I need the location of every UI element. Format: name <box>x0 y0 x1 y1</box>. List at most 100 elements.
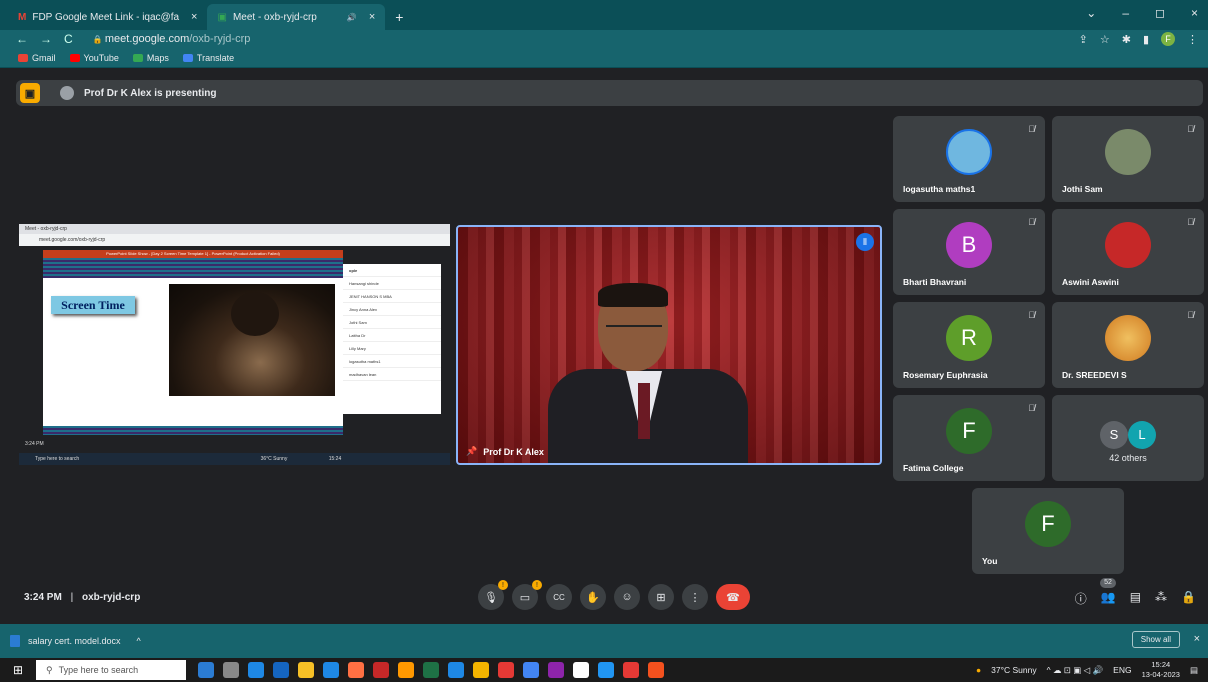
bookmark-youtube[interactable]: YouTube <box>69 53 119 63</box>
participant-tile[interactable]: 🎙̸ F Fatima College <box>893 395 1045 481</box>
tab-fdp[interactable]: M FDP Google Meet Link - iqac@fa × <box>8 4 207 30</box>
reactions-button[interactable]: ☺ <box>614 584 640 610</box>
panel-row: Jothi Sam <box>343 316 441 329</box>
bookmark-translate[interactable]: Translate <box>182 53 234 63</box>
taskbar-app-icon[interactable] <box>348 662 364 678</box>
taskbar-app-icon[interactable] <box>423 662 439 678</box>
host-controls-icon[interactable]: 🔒 <box>1181 590 1196 607</box>
new-tab-button[interactable]: + <box>385 4 413 30</box>
close-window-icon[interactable]: × <box>1191 6 1198 20</box>
back-icon[interactable]: ← <box>16 32 28 46</box>
participant-tile[interactable]: 🎙̸ Jothi Sam <box>1052 116 1204 202</box>
child-tablet-image <box>169 284 335 396</box>
profile-avatar[interactable]: F <box>1161 32 1175 46</box>
meeting-code: oxb-ryjd-crp <box>81 592 141 603</box>
taskbar-app-icon[interactable] <box>248 662 264 678</box>
download-item[interactable]: salary cert. model.docx ^ <box>10 635 141 647</box>
star-icon[interactable]: ☆ <box>1100 33 1110 46</box>
clock-time: 15:24 <box>1151 660 1171 669</box>
participant-name: Aswini Aswini <box>1062 277 1119 287</box>
taskbar-app-icon[interactable] <box>648 662 664 678</box>
nav-buttons: ← → C <box>16 32 73 46</box>
tab-search-icon[interactable]: ⌄ <box>1086 6 1096 20</box>
taskbar-app-icon[interactable] <box>498 662 514 678</box>
taskbar-app-icon[interactable] <box>323 662 339 678</box>
forward-icon[interactable]: → <box>40 32 52 46</box>
url-host: meet.google.com <box>104 33 190 45</box>
show-all-button[interactable]: Show all <box>1131 631 1180 648</box>
taskbar-app-icon[interactable] <box>473 662 489 678</box>
tab-label: Meet - oxb-ryjd-crp <box>232 11 317 23</box>
more-options-button[interactable]: ⋮ <box>682 584 708 610</box>
chat-icon[interactable]: ▤ <box>1130 590 1141 607</box>
windows-start-icon[interactable]: ⊞ <box>0 663 36 677</box>
captions-button[interactable]: CC <box>546 584 572 610</box>
presenter-video[interactable]: ⦀ 📌 Prof Dr K Alex <box>456 225 882 465</box>
raise-hand-button[interactable]: ✋ <box>580 584 606 610</box>
browser-tab-strip: M FDP Google Meet Link - iqac@fa × ▣ Mee… <box>0 0 1208 30</box>
info-icon[interactable]: ⓘ <box>1075 590 1087 607</box>
close-icon[interactable]: × <box>369 11 375 23</box>
shared-screen: Meet - oxb-ryjd-crp meet.google.com/oxb-… <box>19 224 450 465</box>
present-button[interactable]: ⊞ <box>648 584 674 610</box>
others-count: 42 others <box>1109 453 1147 463</box>
close-icon[interactable]: × <box>191 11 197 23</box>
mic-button[interactable]: 🎙! <box>478 580 508 610</box>
bookmarks-bar: Gmail YouTube Maps Translate <box>0 48 1208 68</box>
activities-icon[interactable]: ⁂ <box>1155 590 1167 607</box>
audio-icon[interactable]: 🔊 <box>347 13 357 22</box>
minimize-icon[interactable]: – <box>1122 6 1129 20</box>
self-name: You <box>982 556 998 566</box>
shared-search: Type here to search <box>35 456 80 462</box>
chevron-up-icon[interactable]: ^ <box>137 636 141 646</box>
people-icon[interactable]: 👥 <box>1101 590 1116 607</box>
presentation-icon[interactable]: ▣ <box>20 83 40 103</box>
taskbar-app-icon[interactable] <box>548 662 564 678</box>
slide-window: PowerPoint Slide Show - [Day 2 Screen Ti… <box>43 250 343 446</box>
tab-meet[interactable]: ▣ Meet - oxb-ryjd-crp 🔊 × <box>207 4 386 30</box>
restore-icon[interactable]: ◻ <box>1155 6 1165 20</box>
taskbar-app-icon[interactable] <box>523 662 539 678</box>
taskbar-app-icon[interactable] <box>223 662 239 678</box>
share-icon[interactable]: ⇪ <box>1079 33 1088 46</box>
taskbar-app-icon[interactable] <box>573 662 589 678</box>
reload-icon[interactable]: C <box>64 32 73 46</box>
camera-off-icon: ▭ <box>519 591 531 604</box>
bookmark-maps[interactable]: Maps <box>132 53 169 63</box>
bookmark-gmail[interactable]: Gmail <box>18 53 56 63</box>
weather-text[interactable]: 37°C Sunny <box>991 665 1036 675</box>
participant-tile[interactable]: 🎙̸ logasutha maths1 <box>893 116 1045 202</box>
self-tile[interactable]: F You <box>972 488 1124 574</box>
taskbar-app-icon[interactable] <box>448 662 464 678</box>
taskbar-app-icon[interactable] <box>598 662 614 678</box>
mic-off-icon: 🎙̸ <box>1028 124 1035 134</box>
taskbar-app-icon[interactable] <box>298 662 314 678</box>
sidepanel-icon[interactable]: ▮ <box>1143 33 1149 46</box>
tray-icons[interactable]: ^ ☁ ⊡ ▣ ◁ 🔊 <box>1047 665 1104 676</box>
close-icon[interactable]: × <box>1194 633 1200 645</box>
menu-icon[interactable]: ⋮ <box>1187 33 1198 46</box>
url-field[interactable]: 🔒 meet.google.com/oxb-ryjd-crp <box>93 33 251 45</box>
notifications-icon[interactable]: ▤ <box>1190 665 1198 676</box>
taskbar-app-icon[interactable] <box>198 662 214 678</box>
taskbar-search[interactable]: ⚲ Type here to search <box>36 660 186 680</box>
taskbar-app-icon[interactable] <box>398 662 414 678</box>
participant-tile[interactable]: 🎙̸ Aswini Aswini <box>1052 209 1204 295</box>
extensions-icon[interactable]: ✱ <box>1122 33 1131 46</box>
language[interactable]: ENG <box>1113 665 1131 675</box>
others-tile[interactable]: S L 42 others <box>1052 395 1204 481</box>
leave-call-button[interactable]: ☎ <box>716 584 750 610</box>
taskbar-app-icon[interactable] <box>273 662 289 678</box>
taskbar-app-icon[interactable] <box>373 662 389 678</box>
search-icon: ⚲ <box>46 664 53 675</box>
separator: | <box>70 592 74 603</box>
others-avatar: S <box>1100 420 1128 449</box>
word-doc-icon <box>10 635 20 647</box>
clock[interactable]: 15:24 13-04-2023 <box>1142 660 1180 680</box>
camera-button[interactable]: ▭! <box>512 580 542 610</box>
participant-tile[interactable]: 🎙̸ B Bharti Bhavrani <box>893 209 1045 295</box>
participant-tile[interactable]: 🎙̸ Dr. SREEDEVI S <box>1052 302 1204 388</box>
participant-tile[interactable]: 🎙̸ R Rosemary Euphrasia <box>893 302 1045 388</box>
pin-icon[interactable]: 📌 <box>466 446 477 457</box>
taskbar-app-icon[interactable] <box>623 662 639 678</box>
